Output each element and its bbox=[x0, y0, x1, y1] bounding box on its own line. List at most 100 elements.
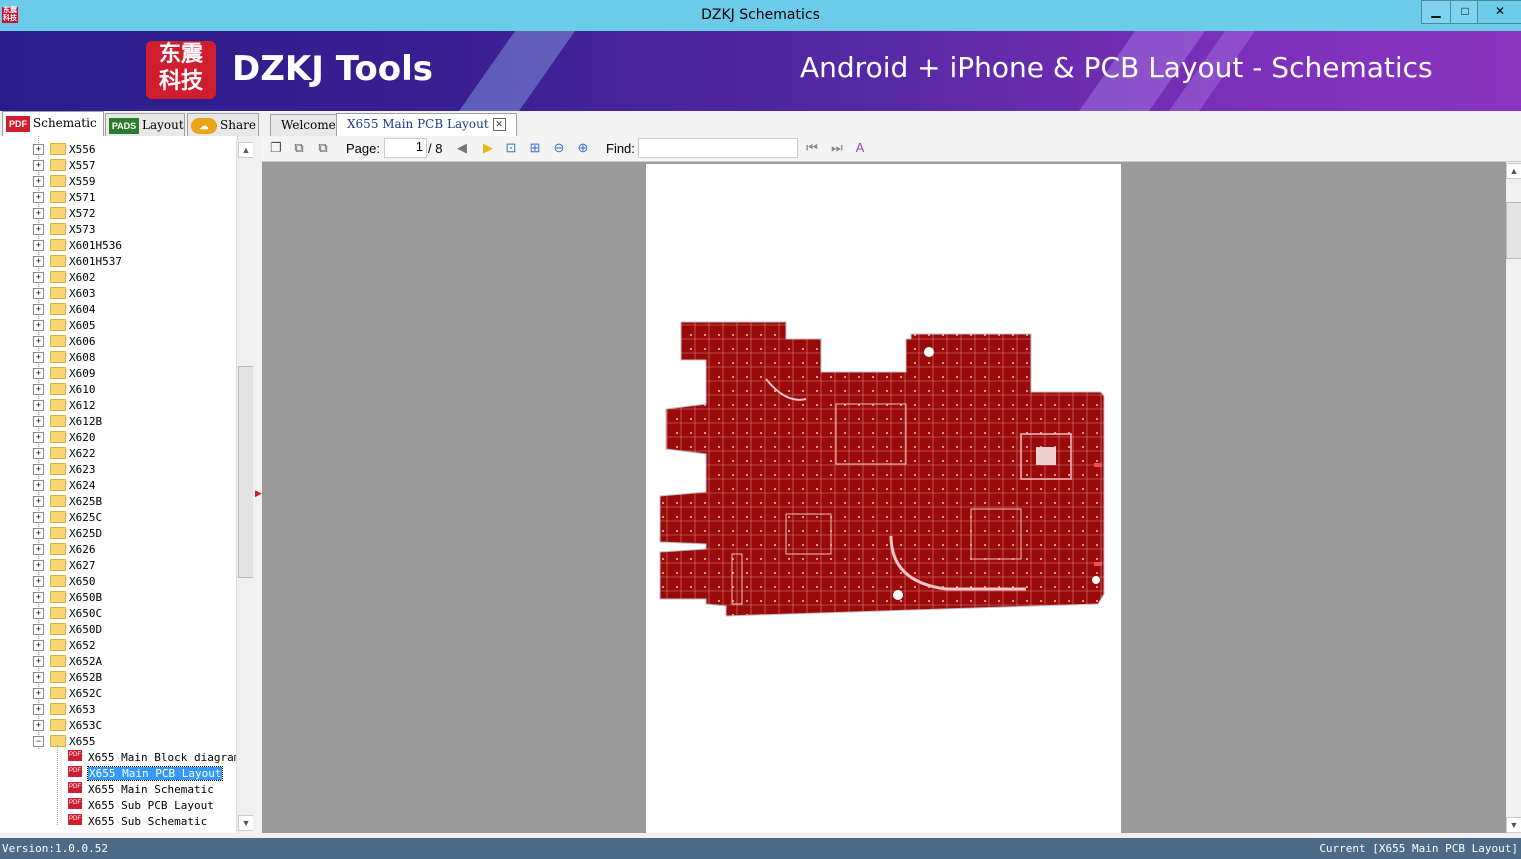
collapse-arrow-icon[interactable]: ▶ bbox=[255, 488, 262, 499]
tab-layout[interactable]: PADS Layout bbox=[105, 113, 185, 136]
tree-folder-item[interactable]: + X650D bbox=[0, 621, 237, 637]
tree-folder-item[interactable]: + X650C bbox=[0, 605, 237, 621]
tree-folder-item[interactable]: + X652 bbox=[0, 637, 237, 653]
expand-icon[interactable]: + bbox=[33, 336, 44, 347]
tree-folder-item[interactable]: + X557 bbox=[0, 157, 237, 173]
expand-icon[interactable]: + bbox=[33, 656, 44, 667]
expand-icon[interactable]: + bbox=[33, 448, 44, 459]
expand-icon[interactable]: + bbox=[33, 672, 44, 683]
expand-icon[interactable]: + bbox=[33, 272, 44, 283]
expand-icon[interactable]: + bbox=[33, 528, 44, 539]
zoom-out-icon[interactable]: ⊖ bbox=[551, 140, 567, 156]
maximize-button[interactable]: □ bbox=[1450, 0, 1480, 24]
tree-folder-item[interactable]: + X605 bbox=[0, 317, 237, 333]
expand-icon[interactable]: + bbox=[33, 416, 44, 427]
tree-folder-item[interactable]: + X556 bbox=[0, 141, 237, 157]
highlight-text-icon[interactable]: A bbox=[852, 140, 868, 156]
minimize-button[interactable]: ▁ bbox=[1421, 0, 1451, 24]
tree-scrollbar[interactable]: ▲ ▼ bbox=[236, 140, 254, 833]
tree-folder-item[interactable]: + X612B bbox=[0, 413, 237, 429]
pdf-scroll-up-icon[interactable]: ▲ bbox=[1506, 163, 1521, 179]
tree-folder-item[interactable]: + X603 bbox=[0, 285, 237, 301]
tree-folder-item[interactable]: + X653 bbox=[0, 701, 237, 717]
page-number-input[interactable]: 1 bbox=[384, 138, 427, 158]
tree-folder-item[interactable]: + X627 bbox=[0, 557, 237, 573]
tree-folder-item[interactable]: + X608 bbox=[0, 349, 237, 365]
copy-icon[interactable]: ❐ bbox=[268, 140, 284, 156]
tab-schematic[interactable]: PDF Schematic bbox=[2, 111, 104, 137]
tree-file-item[interactable]: PDF X655 Main PCB Layout bbox=[0, 765, 237, 781]
tree-folder-item[interactable]: + X625D bbox=[0, 525, 237, 541]
tree-folder-item[interactable]: + X653C bbox=[0, 717, 237, 733]
expand-icon[interactable]: + bbox=[33, 608, 44, 619]
tab-x655-main-pcb-layout[interactable]: X655 Main PCB Layout ✕ bbox=[336, 113, 517, 137]
pdf-scroll-down-icon[interactable]: ▼ bbox=[1506, 817, 1521, 833]
tree-folder-item[interactable]: + X650B bbox=[0, 589, 237, 605]
tree-folder-item[interactable]: + X620 bbox=[0, 429, 237, 445]
tree-folder-item[interactable]: + X652A bbox=[0, 653, 237, 669]
expand-icon[interactable]: + bbox=[33, 432, 44, 443]
expand-icon[interactable]: + bbox=[33, 640, 44, 651]
tree-folder-item[interactable]: + X624 bbox=[0, 477, 237, 493]
expand-icon[interactable]: + bbox=[33, 368, 44, 379]
expand-icon[interactable]: + bbox=[33, 240, 44, 251]
expand-icon[interactable]: + bbox=[33, 176, 44, 187]
tree-folder-item[interactable]: + X652C bbox=[0, 685, 237, 701]
tree-folder-item[interactable]: + X573 bbox=[0, 221, 237, 237]
expand-icon[interactable]: + bbox=[33, 496, 44, 507]
expand-icon[interactable]: + bbox=[33, 288, 44, 299]
tree-folder-item[interactable]: + X609 bbox=[0, 365, 237, 381]
tree-folder-item[interactable]: + X623 bbox=[0, 461, 237, 477]
expand-icon[interactable]: + bbox=[33, 352, 44, 363]
previous-page-icon[interactable]: ◀ bbox=[454, 140, 470, 156]
tree-file-item[interactable]: PDF X655 Sub Schematic bbox=[0, 813, 237, 829]
find-next-icon[interactable]: ⏭ bbox=[829, 140, 845, 156]
expand-icon[interactable]: + bbox=[33, 208, 44, 219]
tree-file-item[interactable]: PDF X655 Sub PCB Layout bbox=[0, 797, 237, 813]
expand-icon[interactable]: + bbox=[33, 384, 44, 395]
tree-file-item[interactable]: PDF X655 Main Schematic bbox=[0, 781, 237, 797]
expand-icon[interactable]: + bbox=[33, 192, 44, 203]
tree-folder-item[interactable]: + X652B bbox=[0, 669, 237, 685]
expand-icon[interactable]: + bbox=[33, 256, 44, 267]
tree-folder-item[interactable]: + X626 bbox=[0, 541, 237, 557]
expand-icon[interactable]: + bbox=[33, 224, 44, 235]
expand-icon[interactable]: + bbox=[33, 624, 44, 635]
expand-icon[interactable]: + bbox=[33, 720, 44, 731]
fit-page-icon[interactable]: ⊞ bbox=[527, 140, 543, 156]
scroll-up-icon[interactable]: ▲ bbox=[238, 142, 254, 158]
expand-icon[interactable]: + bbox=[33, 592, 44, 603]
collapse-icon[interactable]: − bbox=[33, 736, 44, 747]
file-tree[interactable]: + X556 + X557 + X559 + X571 + X572 + X573 + X601H536 +… bbox=[0, 136, 238, 833]
tree-folder-item[interactable]: − X655 bbox=[0, 733, 237, 749]
next-page-icon[interactable]: ▶ bbox=[480, 140, 496, 156]
zoom-in-icon[interactable]: ⊕ bbox=[575, 140, 591, 156]
tree-folder-item[interactable]: + X612 bbox=[0, 397, 237, 413]
copy-all-icon[interactable]: ⧉ bbox=[315, 140, 331, 156]
tree-folder-item[interactable]: + X606 bbox=[0, 333, 237, 349]
tree-folder-item[interactable]: + X625B bbox=[0, 493, 237, 509]
fit-width-icon[interactable]: ⊡ bbox=[503, 140, 519, 156]
tree-folder-item[interactable]: + X602 bbox=[0, 269, 237, 285]
expand-icon[interactable]: + bbox=[33, 304, 44, 315]
expand-icon[interactable]: + bbox=[33, 560, 44, 571]
expand-icon[interactable]: + bbox=[33, 464, 44, 475]
close-tab-icon[interactable]: ✕ bbox=[492, 118, 506, 131]
tree-file-item[interactable]: PDF X655 Main Block diagram bbox=[0, 749, 237, 765]
find-input[interactable] bbox=[638, 138, 798, 158]
expand-icon[interactable]: + bbox=[33, 688, 44, 699]
expand-icon[interactable]: + bbox=[33, 160, 44, 171]
tree-folder-item[interactable]: + X571 bbox=[0, 189, 237, 205]
expand-icon[interactable]: + bbox=[33, 320, 44, 331]
tree-folder-item[interactable]: + X559 bbox=[0, 173, 237, 189]
expand-icon[interactable]: + bbox=[33, 144, 44, 155]
tab-share[interactable]: ☁ Share bbox=[187, 113, 259, 136]
copy-page-icon[interactable]: ⧉ bbox=[291, 140, 307, 156]
tree-folder-item[interactable]: + X601H537 bbox=[0, 253, 237, 269]
scroll-down-icon[interactable]: ▼ bbox=[238, 815, 254, 831]
find-previous-icon[interactable]: ⏮ bbox=[804, 140, 820, 156]
scroll-thumb[interactable] bbox=[238, 366, 254, 578]
expand-icon[interactable]: + bbox=[33, 576, 44, 587]
tree-folder-item[interactable]: + X625C bbox=[0, 509, 237, 525]
expand-icon[interactable]: + bbox=[33, 512, 44, 523]
